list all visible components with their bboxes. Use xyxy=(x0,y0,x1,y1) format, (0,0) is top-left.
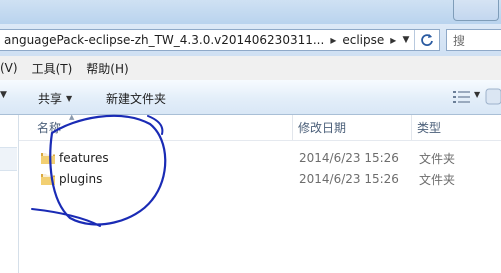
file-name[interactable]: plugins xyxy=(59,169,102,189)
menu-item-tools[interactable]: 工具(T) xyxy=(32,60,73,77)
nav-selected-item[interactable] xyxy=(0,147,17,171)
file-date: 2014/6/23 15:26 xyxy=(299,172,399,186)
column-header-type[interactable]: 类型 xyxy=(417,115,441,140)
title-bar xyxy=(0,0,501,24)
file-row[interactable]: plugins 2014/6/23 15:26 文件夹 xyxy=(19,169,501,189)
file-type: 文件夹 xyxy=(419,172,456,187)
column-header-name[interactable]: 名称 xyxy=(37,115,61,140)
menu-bar: (V) 工具(T) 帮助(H) xyxy=(0,56,501,81)
view-options-icon[interactable] xyxy=(452,89,472,105)
breadcrumb-current[interactable]: eclipse xyxy=(342,33,384,47)
organize-dropdown-icon[interactable]: ▼ xyxy=(0,90,7,100)
file-name[interactable]: features xyxy=(59,148,109,168)
view-dropdown-icon[interactable]: ▼ xyxy=(474,90,480,99)
search-placeholder: 搜 xyxy=(453,33,466,48)
column-divider[interactable] xyxy=(411,115,412,140)
column-header-date[interactable]: 修改日期 xyxy=(298,115,346,140)
column-header-row: ▲ 名称 修改日期 类型 xyxy=(19,113,501,141)
toolbar: ▼ 共享 ▼ 新建文件夹 ▼ xyxy=(0,80,501,115)
breadcrumb-separator-icon[interactable]: ▸ xyxy=(324,33,342,47)
share-button[interactable]: 共享 ▼ xyxy=(38,90,72,107)
address-dropdown-icon[interactable]: ▼ xyxy=(399,30,413,50)
menu-item-view[interactable]: (V) xyxy=(0,61,18,75)
help-icon[interactable] xyxy=(484,86,501,108)
new-folder-button[interactable]: 新建文件夹 xyxy=(106,90,166,107)
window-close-button[interactable] xyxy=(453,0,499,21)
folder-icon xyxy=(41,173,55,185)
sort-indicator-icon: ▲ xyxy=(69,113,75,121)
navigation-pane[interactable] xyxy=(0,115,19,273)
menu-item-help[interactable]: 帮助(H) xyxy=(86,60,128,77)
refresh-icon[interactable] xyxy=(414,30,439,50)
search-input[interactable]: 搜 xyxy=(446,29,501,51)
file-date: 2014/6/23 15:26 xyxy=(299,151,399,165)
address-bar[interactable]: anguagePack-eclipse-zh_TW_4.3.0.v2014062… xyxy=(0,29,440,51)
folder-icon xyxy=(41,152,55,164)
share-label: 共享 xyxy=(38,92,63,106)
file-row[interactable]: features 2014/6/23 15:26 文件夹 xyxy=(19,148,501,168)
address-row: anguagePack-eclipse-zh_TW_4.3.0.v2014062… xyxy=(0,24,501,56)
file-type: 文件夹 xyxy=(419,151,456,166)
chevron-down-icon: ▼ xyxy=(66,94,73,103)
breadcrumb-parent[interactable]: anguagePack-eclipse-zh_TW_4.3.0.v2014062… xyxy=(0,33,324,47)
column-divider[interactable] xyxy=(292,115,293,140)
